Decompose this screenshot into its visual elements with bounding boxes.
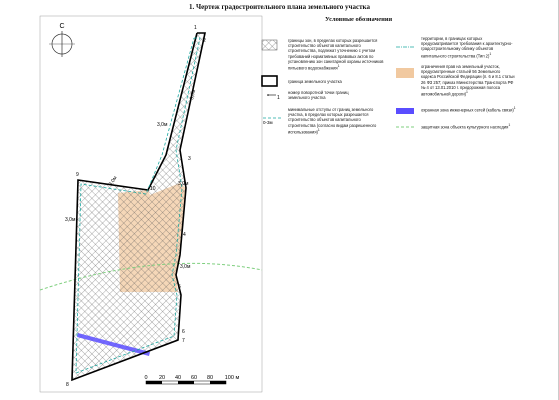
scale-tick: 20 xyxy=(159,375,165,381)
legend-setback-label: 0-3м xyxy=(263,120,273,125)
setback-label: 3,0м xyxy=(157,122,168,128)
point-label: 8 xyxy=(66,382,69,388)
legend-setback-symbol: 0-3м xyxy=(263,117,281,125)
legend-hatch-symbol xyxy=(261,39,278,51)
point-label: 4 xyxy=(183,232,186,238)
legend-point-number: 1 xyxy=(277,95,280,101)
scale-tick: 0 xyxy=(144,375,147,381)
point-label: 5 xyxy=(178,284,181,290)
scale-tick: 80 xyxy=(207,375,213,381)
setback-label: 3,0м xyxy=(65,217,76,223)
scale-tick: 60 xyxy=(191,375,197,381)
point-label: 7 xyxy=(182,338,185,344)
scale-tick: 100 м xyxy=(225,375,240,381)
legend-road-symbol xyxy=(396,68,414,78)
legend-item-road: ограничения прав на земельный участок, п… xyxy=(421,64,515,97)
legend-item-type2: территории, в границах которых предусмат… xyxy=(421,36,513,58)
site-plan-drawing: С 1 2 3 4 5 6 7 8 9 10 3,0м 3,0м 3,0м 3,… xyxy=(39,15,414,393)
legend-boundary-symbol xyxy=(261,75,278,87)
legend-point-symbol: 1 xyxy=(267,94,280,101)
setback-label: 3,0м xyxy=(189,88,197,100)
legend-item-point-number: номер поворотной точки границ земельного… xyxy=(288,90,349,101)
north-letter: С xyxy=(59,23,64,30)
point-label: 2 xyxy=(203,38,206,44)
scale-tick: 40 xyxy=(175,375,181,381)
point-label: 3 xyxy=(188,156,191,162)
point-label: 6 xyxy=(182,329,185,335)
point-label: 9 xyxy=(76,172,79,178)
setback-label: 3,0м xyxy=(178,181,189,187)
legend-item-setback: минимальные отступы от границ земельного… xyxy=(288,107,377,135)
point-label: 10 xyxy=(150,186,156,192)
legend-item-boundary: граница земельного участка xyxy=(288,79,342,84)
scale-bar: 0 20 40 60 80 100 м xyxy=(144,375,240,385)
legend-item-hatched-zone: границы зон, в пределах которых разрешае… xyxy=(288,38,384,71)
legend-cable-symbol xyxy=(396,108,414,114)
point-label: 1 xyxy=(194,25,197,31)
setback-label: 3,0м xyxy=(180,264,191,270)
legend-heading: Условные обозначения xyxy=(325,16,393,23)
legend-item-heritage: защитная зона объекта культурного наслед… xyxy=(421,123,511,130)
legend-item-cable: охранная зона инженерных сетей (кабель с… xyxy=(421,106,516,113)
north-arrow: С xyxy=(49,23,75,57)
